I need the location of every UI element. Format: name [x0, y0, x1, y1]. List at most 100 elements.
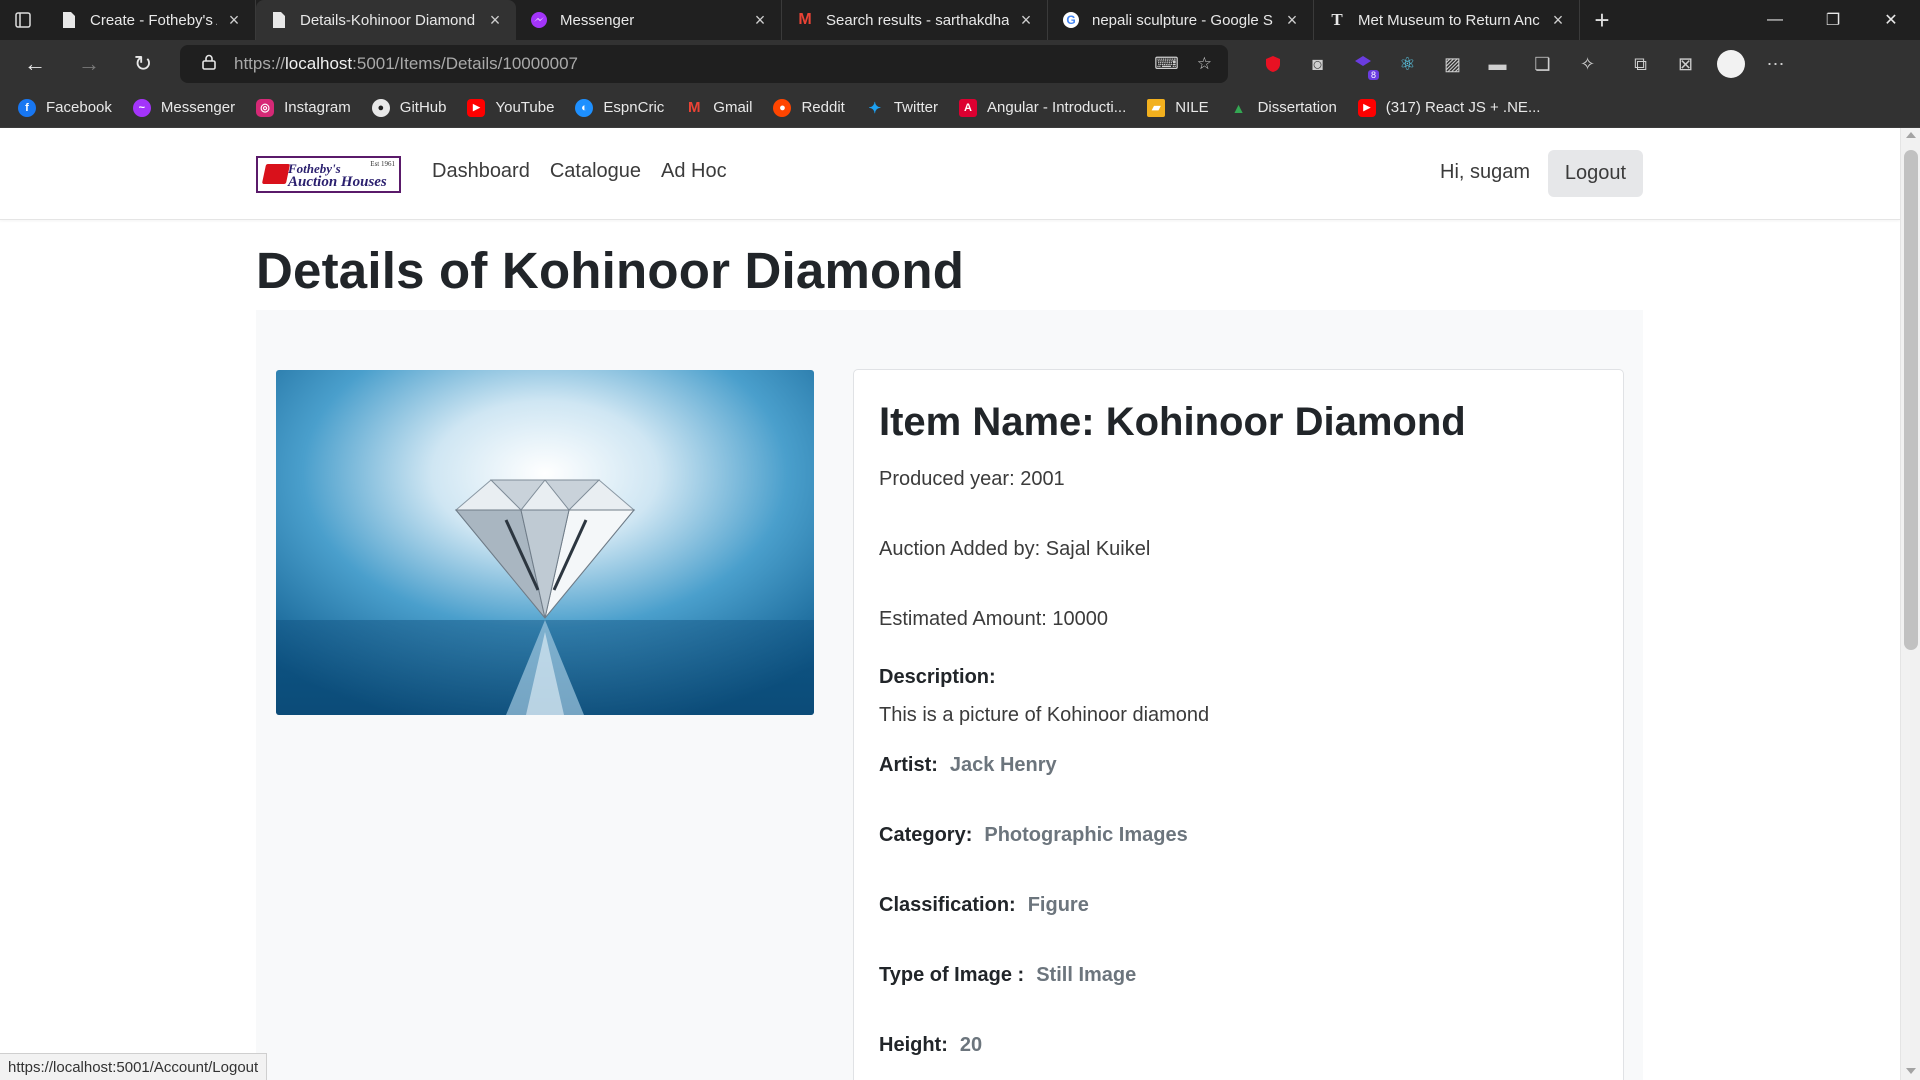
gmail-icon: M [798, 11, 812, 28]
browser-tab-active[interactable]: Details-Kohinoor Diamond × [256, 0, 516, 40]
forward-icon[interactable]: → [62, 44, 116, 84]
reload-icon[interactable]: ↻ [116, 44, 170, 84]
window-close-icon[interactable]: ✕ [1862, 0, 1920, 40]
description-text: This is a picture of Kohinoor diamond [879, 704, 1210, 726]
bookmark-angular[interactable]: A Angular - Introducti... [959, 98, 1126, 117]
close-icon[interactable]: × [1017, 10, 1035, 31]
bookmark-espncric[interactable]: ◐ EspnCric [575, 98, 664, 117]
lock-icon[interactable] [202, 54, 216, 74]
bookmark-nile[interactable]: ▰ NILE [1147, 98, 1209, 117]
tab-actions-icon[interactable] [0, 0, 46, 40]
close-icon[interactable]: × [1283, 10, 1301, 31]
user-greeting[interactable]: Hi, sugam [1440, 161, 1530, 184]
back-icon[interactable]: ← [8, 44, 62, 84]
attribute-image-type: Type of Image : Still Image [879, 964, 1137, 986]
bookmark-instagram[interactable]: ◎ Instagram [256, 98, 351, 117]
bookmark-messenger[interactable]: ~ Messenger [132, 98, 235, 117]
facebook-icon: f [18, 98, 36, 117]
browser-tab[interactable]: T Met Museum to Return Anc × [1314, 0, 1580, 40]
tab-title: Create - Fotheby's Auction [90, 11, 217, 29]
bookmark-gmail[interactable]: M Gmail [685, 99, 752, 117]
youtube-icon: ▶ [1357, 98, 1376, 117]
gmail-icon: M [688, 99, 701, 116]
bookmarks-bar: f Facebook ~ Messenger ◎ Instagram ● GitHub … [0, 88, 1920, 128]
logout-button[interactable]: Logout [1548, 150, 1643, 197]
collections-icon[interactable]: ⧉ [1618, 46, 1663, 82]
attribute-category: Category: Photographic Images [879, 824, 1188, 846]
adblock-icon[interactable] [1250, 46, 1295, 82]
profile-avatar[interactable] [1708, 46, 1753, 82]
bookmark-react-video[interactable]: ▶ (317) React JS + .NE... [1357, 98, 1540, 117]
hat-icon[interactable]: ▬ [1475, 46, 1520, 82]
scroll-up-icon[interactable] [1906, 132, 1916, 138]
browser-tab-bar: Create - Fotheby's Auction × Details-Koh… [0, 0, 1920, 40]
page-scrollbar[interactable] [1900, 128, 1920, 1080]
page-icon [60, 11, 78, 29]
browser-tab[interactable]: Messenger × [516, 0, 782, 40]
estimated-amount: Estimated Amount: 10000 [879, 608, 1109, 630]
item-photo [276, 370, 814, 715]
item-detail-panel: Item Name: Kohinoor Diamond Produced yea… [256, 310, 1643, 1080]
minimize-icon[interactable]: — [1746, 0, 1804, 40]
site-logo[interactable]: Fotheby's Auction Houses Est 1961 [256, 156, 401, 193]
page-icon [270, 11, 288, 29]
browser-tab[interactable]: G nepali sculpture - Google S × [1048, 0, 1314, 40]
logo-mark-icon [261, 164, 291, 184]
reddit-icon: ● [773, 98, 792, 117]
tab-title: Details-Kohinoor Diamond [300, 11, 476, 29]
camera-icon[interactable]: ◙ [1295, 46, 1340, 82]
extensions-puzzle-icon[interactable]: ✧ [1565, 46, 1610, 82]
react-devtools-icon[interactable]: ⚛ [1385, 46, 1430, 82]
bookmark-github[interactable]: ● GitHub [371, 98, 446, 117]
item-info-card: Item Name: Kohinoor Diamond Produced yea… [853, 369, 1624, 1080]
scroll-down-icon[interactable] [1906, 1068, 1916, 1074]
url-text: https://localhost:5001/Items/Details/100… [234, 54, 579, 73]
bookmark-reddit[interactable]: ● Reddit [773, 98, 845, 117]
tab-title: nepali sculpture - Google S [1092, 11, 1273, 29]
close-icon[interactable]: × [486, 10, 504, 31]
angular-icon: A [959, 98, 977, 117]
close-icon[interactable]: × [751, 10, 769, 31]
main-nav: Dashboard Catalogue Ad Hoc [432, 160, 727, 183]
scrollbar-thumb[interactable] [1904, 150, 1918, 650]
attribute-artist: Artist: Jack Henry [879, 754, 1057, 776]
browser-tab[interactable]: M Search results - sarthakdhal × [782, 0, 1048, 40]
note-icon[interactable]: ▨ [1430, 46, 1475, 82]
bookmark-twitter[interactable]: ✦ Twitter [866, 99, 938, 117]
extension-badge-icon[interactable]: 8 [1340, 46, 1385, 82]
page-title: Details of Kohinoor Diamond [256, 242, 965, 299]
restore-icon[interactable]: ❐ [1804, 0, 1862, 40]
copy-icon[interactable]: ❏ [1520, 46, 1565, 82]
bookmark-dissertation[interactable]: ▲ Dissertation [1230, 99, 1337, 117]
espncric-icon: ◐ [575, 98, 594, 117]
messenger-icon [530, 11, 548, 29]
tab-title: Search results - sarthakdhal [826, 11, 1009, 29]
tab-title: Met Museum to Return Anc [1358, 11, 1540, 29]
browser-toolbar: ← → ↻ https://localhost:5001/Items/Detai… [0, 40, 1920, 88]
bookmark-facebook[interactable]: f Facebook [18, 98, 112, 117]
twitter-icon: ✦ [868, 99, 882, 117]
address-bar[interactable]: https://localhost:5001/Items/Details/100… [180, 45, 1228, 83]
math-solver-icon[interactable]: ⊠ [1663, 46, 1708, 82]
more-menu-icon[interactable]: ⋯ [1753, 46, 1798, 82]
bookmark-youtube[interactable]: ▶ YouTube [467, 98, 554, 117]
status-bar-url: https://localhost:5001/Account/Logout [0, 1053, 268, 1080]
favorite-star-icon[interactable]: ☆ [1197, 54, 1212, 74]
nyt-icon: T [1331, 10, 1343, 29]
new-tab-button[interactable]: + [1580, 0, 1624, 40]
nav-catalogue[interactable]: Catalogue [550, 160, 641, 183]
web-page: Fotheby's Auction Houses Est 1961 Dashbo… [0, 128, 1900, 1080]
svg-text:G: G [1066, 13, 1075, 27]
close-icon[interactable]: × [1549, 10, 1567, 31]
browser-tab[interactable]: Create - Fotheby's Auction × [46, 0, 256, 40]
read-aloud-icon[interactable]: ⌨ [1154, 54, 1179, 74]
nile-icon: ▰ [1147, 98, 1166, 117]
google-icon: G [1062, 11, 1080, 29]
site-navbar: Fotheby's Auction Houses Est 1961 Dashbo… [0, 128, 1900, 220]
close-icon[interactable]: × [225, 10, 243, 31]
window-controls: — ❐ ✕ [1746, 0, 1920, 40]
nav-dashboard[interactable]: Dashboard [432, 160, 530, 183]
nav-adhoc[interactable]: Ad Hoc [661, 160, 727, 183]
produced-year: Produced year: 2001 [879, 468, 1065, 490]
google-drive-icon: ▲ [1231, 99, 1246, 116]
